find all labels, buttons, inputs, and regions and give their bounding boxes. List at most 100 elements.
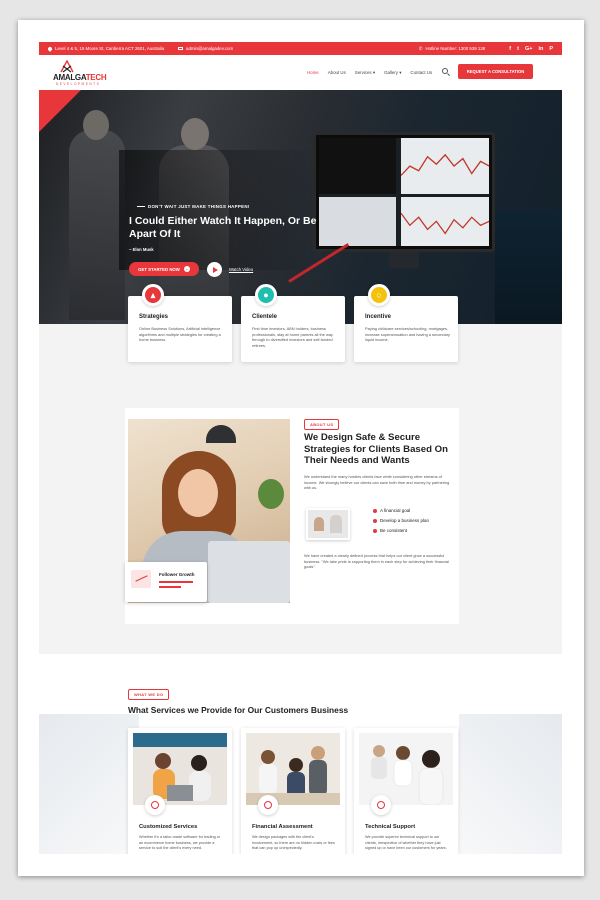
settings-icon [145, 795, 165, 815]
service-card-customized[interactable]: Customized Services Whether it's a tailo… [128, 728, 232, 854]
candlestick-chart-1 [400, 153, 489, 176]
nav-gallery[interactable]: Gallery [384, 70, 401, 76]
service-image-meeting [246, 733, 340, 805]
logo-text-part-1: AMALGA [53, 73, 86, 82]
list-item: Be consistent [373, 528, 429, 533]
services-bg-left [39, 714, 139, 854]
service-card-technical[interactable]: Technical Support We provide superior te… [354, 728, 458, 854]
phone-icon: ✆ [418, 45, 423, 51]
address-info: Level 4 & 5, 15 Moore St, Canberra ACT 2… [47, 45, 165, 52]
webpage: Level 4 & 5, 15 Moore St, Canberra ACT 2… [39, 42, 562, 854]
linkedin-icon[interactable]: in [538, 46, 543, 52]
get-started-label: GET STARTED NOW [138, 266, 180, 272]
about-paragraph-2: We have created a clearly defined proces… [304, 553, 449, 570]
screen-pane-table [319, 197, 396, 246]
lamp-shape [206, 425, 236, 443]
hero-corner-accent [39, 90, 81, 132]
feature-card-clientele[interactable]: ● Clientele First time investors, ABN ho… [241, 284, 345, 362]
twitter-icon[interactable]: t [517, 46, 519, 52]
feature-desc: First time investors, ABN holders, busin… [252, 326, 333, 348]
services-section: WHAT WE DO What Services we Provide for … [39, 654, 562, 854]
face-shape [178, 469, 218, 517]
trading-screen [319, 138, 489, 246]
play-video-button[interactable] [207, 262, 222, 277]
screen-pane-chart [319, 138, 396, 195]
coins-icon: ○ [368, 284, 390, 306]
feature-desc: Paying childcare services/schooling, mor… [365, 326, 451, 343]
service-card-financial[interactable]: Financial Assessment We design packages … [241, 728, 345, 854]
pinterest-icon[interactable]: P [549, 46, 553, 52]
feature-desc: Online Business Solutions, Artificial in… [139, 326, 221, 343]
watch-video-link[interactable]: Watch Video [229, 267, 253, 272]
hero-person-left-head [83, 110, 109, 140]
hero-tagline: DON'T WAIT JUST MAKE THINGS HAPPEN! [137, 204, 250, 209]
follower-growth-card: Follower Growth [125, 562, 207, 602]
service-title: Customized Services [139, 824, 198, 830]
nav-about[interactable]: About Us [328, 70, 346, 76]
main-header: AMALGATECH DEVELOPMENTS Home About Us Se… [39, 55, 562, 90]
email-info[interactable]: admin@amalgadev.com [178, 46, 233, 51]
arrow-right-icon: › [183, 266, 190, 272]
main-nav: Home About Us Services Gallery Contact U… [307, 70, 432, 76]
bullet-icon [373, 518, 377, 523]
headset-icon [371, 795, 391, 815]
about-paragraph-1: We understand the many hurdles clients f… [304, 474, 450, 491]
service-image-support [359, 733, 453, 805]
logo-text: AMALGATECH [53, 73, 107, 82]
get-started-button[interactable]: GET STARTED NOW › [129, 262, 199, 276]
logo-mark-icon [60, 60, 74, 73]
service-title: Financial Assessment [252, 824, 313, 830]
progress-line-2 [159, 586, 181, 588]
nav-contact[interactable]: Contact Us [410, 70, 432, 76]
phone-text[interactable]: Hotline Number: 1300 539 138 [425, 46, 485, 51]
facebook-icon[interactable]: f [509, 46, 511, 52]
hero-title: I Could Either Watch It Happen, Or Be Ap… [129, 215, 317, 240]
site-logo[interactable]: AMALGATECH DEVELOPMENTS [53, 60, 123, 88]
service-desc: Whether it's a tailor-made software for … [139, 835, 221, 851]
candlestick-chart-2 [400, 213, 489, 235]
list-item-text: A financial goal [380, 508, 411, 513]
envelope-icon [178, 46, 184, 51]
features-and-about-section: ▴ Strategies Online Business Solutions, … [39, 284, 562, 654]
social-links: f t G+ in P [509, 46, 553, 52]
list-item: Develop a business plan [373, 518, 429, 523]
services-heading: What Services we Provide for Our Custome… [128, 705, 349, 715]
request-consultation-button[interactable]: REQUEST A CONSULTATION [458, 64, 533, 79]
google-plus-icon[interactable]: G+ [525, 46, 533, 52]
bullet-icon [373, 508, 377, 513]
feature-title: Clientele [252, 314, 278, 320]
search-icon[interactable] [441, 67, 451, 77]
logo-text-part-2: TECH [85, 73, 107, 82]
list-item-text: Develop a business plan [380, 518, 430, 523]
thumb-person-1 [314, 517, 324, 531]
play-icon [212, 266, 218, 273]
feature-card-strategies[interactable]: ▴ Strategies Online Business Solutions, … [128, 284, 232, 362]
piggy-bank-icon: ● [255, 284, 277, 306]
thumb-person-2 [330, 515, 342, 533]
nav-services[interactable]: Services [355, 70, 375, 76]
list-item: A financial goal [373, 508, 429, 513]
hero-slider: DON'T WAIT JUST MAKE THINGS HAPPEN! I Co… [39, 90, 562, 324]
about-goals-list: A financial goal Develop a business plan… [373, 508, 429, 533]
email-text[interactable]: admin@amalgadev.com [186, 46, 233, 51]
progress-line-1 [159, 581, 193, 583]
plant-shape [258, 479, 284, 509]
services-badge: WHAT WE DO [128, 689, 170, 700]
hero-author: ~ Elon Musk [129, 247, 154, 252]
monitor-stand [389, 252, 419, 268]
laptop-shape [208, 541, 290, 603]
bullet-icon [373, 528, 377, 533]
service-desc: We design packages with the client's inv… [252, 835, 335, 851]
piggy-bank-icon [258, 795, 278, 815]
phone-info[interactable]: ✆ Hotline Number: 1300 539 138 [419, 46, 486, 52]
service-desc: We provide superior technical support to… [365, 835, 447, 851]
chart-icon: ▴ [142, 284, 164, 306]
service-image-office [133, 733, 227, 805]
feature-card-incentive[interactable]: ○ Incentive Paying childcare services/sc… [354, 284, 458, 362]
nav-home[interactable]: Home [307, 70, 319, 76]
trading-monitor [313, 132, 495, 252]
feature-title: Strategies [139, 314, 169, 320]
address-text: Level 4 & 5, 15 Moore St, Canberra ACT 2… [55, 46, 165, 51]
hero-text-shade [119, 150, 319, 270]
list-item-text: Be consistent [380, 528, 408, 533]
